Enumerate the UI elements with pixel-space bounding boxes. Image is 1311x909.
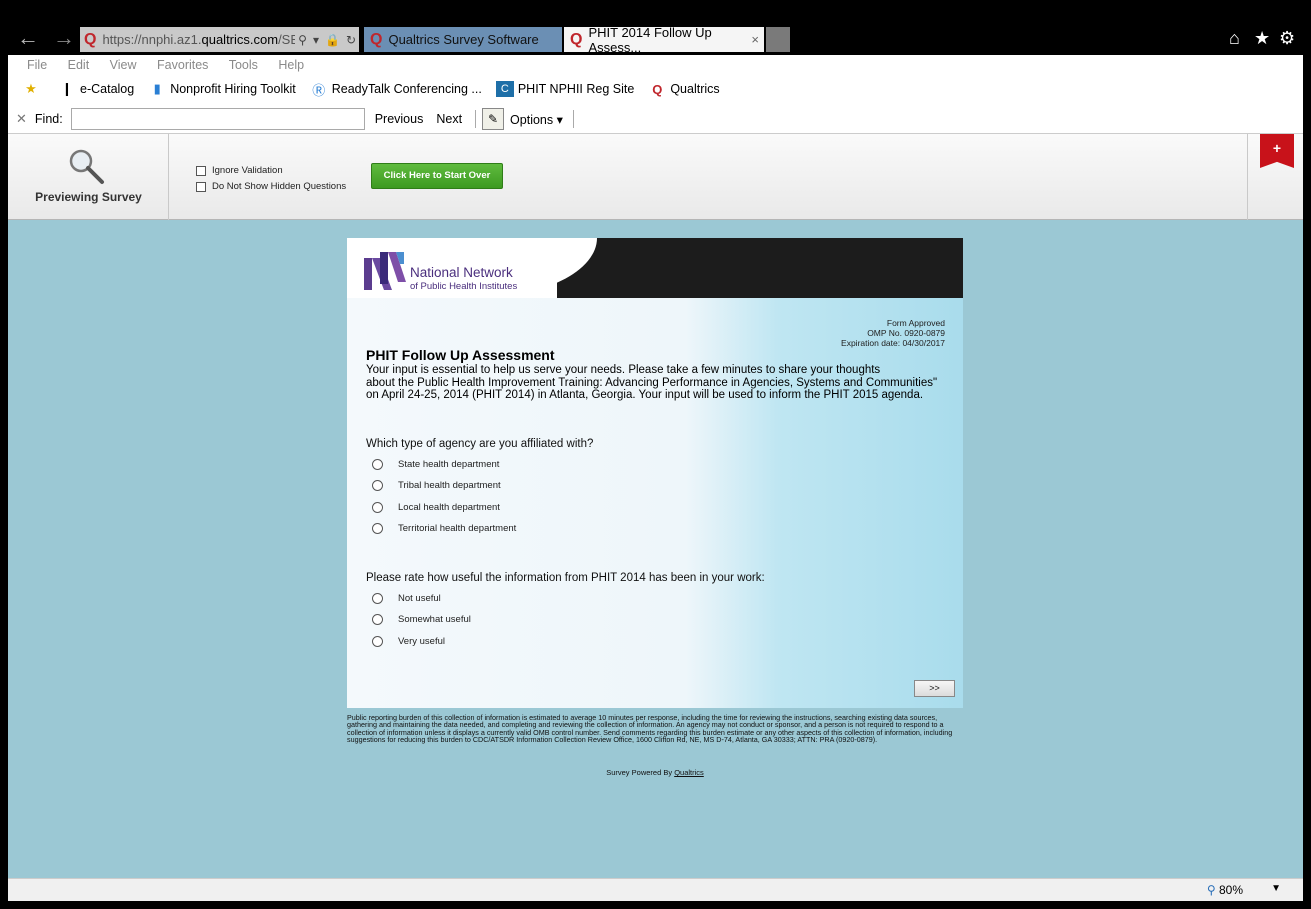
logo-subtitle: of Public Health Institutes: [410, 281, 518, 292]
menu-bar: File Edit View Favorites Tools Help: [27, 58, 321, 72]
home-icon[interactable]: ⌂: [1229, 28, 1240, 48]
qualtrics-favicon-icon: Q: [84, 30, 97, 48]
find-input[interactable]: [70, 108, 365, 130]
favorites-star-icon[interactable]: ★: [1254, 28, 1270, 48]
forward-arrow-icon[interactable]: →: [50, 24, 78, 52]
divider: [572, 110, 574, 128]
qualtrics-favicon-icon: Q: [570, 30, 583, 48]
gear-icon[interactable]: ⚙: [1279, 28, 1295, 48]
question-usefulness: Please rate how useful the information f…: [366, 572, 765, 584]
find-next-button[interactable]: Next: [436, 112, 462, 126]
preview-panel: Previewing Survey: [8, 134, 169, 220]
divider: [475, 110, 477, 128]
dropdown-arrow-icon[interactable]: ▾: [310, 33, 322, 47]
tab-phit-follow-up[interactable]: Q PHIT 2014 Follow Up Assess... ×: [564, 24, 764, 55]
logo-title: National Network: [410, 265, 513, 280]
nnphi-logo-icon: [364, 252, 406, 290]
search-icon[interactable]: ⚲: [295, 33, 310, 47]
close-find-icon[interactable]: ✕: [16, 111, 27, 127]
tab-label: Qualtrics Survey Software: [388, 32, 539, 47]
zoom-level[interactable]: ⚲ 80%: [1207, 883, 1243, 897]
preview-side-panel: +: [1247, 134, 1303, 220]
burden-statement: Public reporting burden of this collecti…: [347, 713, 953, 745]
choice-not-useful[interactable]: Not useful: [372, 593, 441, 604]
new-tab-button[interactable]: [766, 27, 790, 52]
favorite-qualtrics[interactable]: Q Qualtrics: [648, 81, 719, 97]
menu-item-tools[interactable]: Tools: [229, 58, 258, 72]
address-url[interactable]: https://nnphi.az1.qualtrics.com/SE: [102, 32, 295, 47]
favorite-e-catalog[interactable]: ❙ e-Catalog: [58, 81, 135, 97]
qualtrics-link[interactable]: Qualtrics: [674, 768, 704, 777]
bookmark-flag-plus-icon[interactable]: +: [1260, 134, 1294, 168]
radio-button[interactable]: [372, 523, 383, 534]
hide-hidden-questions-checkbox[interactable]: Do Not Show Hidden Questions: [196, 181, 346, 192]
radio-button[interactable]: [372, 614, 383, 625]
preview-header: Previewing Survey Ignore Validation Do N…: [8, 133, 1303, 220]
favorites-bar: ★ ❙ e-Catalog ▮ Nonprofit Hiring Toolkit…: [22, 81, 734, 98]
form-approval-info: Form Approved OMP No. 0920-0879 Expirati…: [841, 318, 945, 348]
find-previous-button[interactable]: Previous: [375, 112, 424, 126]
highlight-pencil-icon[interactable]: ✎: [482, 108, 505, 130]
magnifier-icon: [69, 149, 104, 184]
start-over-button[interactable]: Click Here to Start Over: [371, 163, 503, 189]
question-agency-type: Which type of agency are you affiliated …: [366, 438, 594, 450]
tab-qualtrics-survey-software[interactable]: Q Qualtrics Survey Software: [364, 27, 562, 52]
page-viewport: National Network of Public Health Instit…: [8, 220, 1303, 878]
survey-title: PHIT Follow Up Assessment: [366, 347, 555, 363]
previewing-survey-label: Previewing Survey: [35, 190, 142, 204]
zoom-icon: ⚲: [1206, 883, 1216, 897]
find-bar: ✕ Find: Previous Next ✎ Options ▾: [16, 107, 580, 131]
survey-banner: National Network of Public Health Instit…: [347, 238, 963, 298]
choice-territorial-health-department[interactable]: Territorial health department: [372, 523, 516, 534]
favorite-nonprofit-hiring-toolkit[interactable]: ▮ Nonprofit Hiring Toolkit: [148, 81, 296, 97]
menu-item-help[interactable]: Help: [278, 58, 304, 72]
menu-item-edit[interactable]: Edit: [68, 58, 90, 72]
radio-button[interactable]: [372, 480, 383, 491]
close-tab-icon[interactable]: ×: [751, 32, 759, 47]
find-options-button[interactable]: Options ▾: [510, 112, 563, 127]
browser-title-bar: ← → Q https://nnphi.az1.qualtrics.com/SE…: [0, 0, 1311, 55]
choice-tribal-health-department[interactable]: Tribal health department: [372, 480, 501, 491]
lock-icon[interactable]: 🔒: [322, 33, 343, 47]
powered-by: Survey Powered By Qualtrics: [606, 768, 704, 777]
site-c-icon: C: [495, 81, 514, 97]
browser-toolbars: File Edit View Favorites Tools Help ★ ❙ …: [0, 55, 1311, 133]
favorite-phit-nphii-reg-site[interactable]: C PHIT NPHII Reg Site: [495, 81, 634, 97]
menu-item-favorites[interactable]: Favorites: [157, 58, 208, 72]
survey-intro: Your input is essential to help us serve…: [366, 364, 938, 401]
ignore-validation-checkbox[interactable]: Ignore Validation: [196, 165, 283, 176]
favorite-readytalk[interactable]: Ⓡ ReadyTalk Conferencing ...: [310, 81, 482, 98]
menu-item-file[interactable]: File: [27, 58, 47, 72]
zoom-dropdown-arrow-icon[interactable]: ▼: [1271, 883, 1281, 894]
radio-button[interactable]: [372, 636, 383, 647]
choice-state-health-department[interactable]: State health department: [372, 459, 499, 470]
bookmark-icon: ❙: [61, 81, 73, 96]
next-page-button[interactable]: >>: [914, 680, 955, 697]
menu-item-view[interactable]: View: [110, 58, 137, 72]
choice-very-useful[interactable]: Very useful: [372, 636, 445, 647]
find-label: Find:: [34, 112, 63, 126]
refresh-icon[interactable]: ↻: [343, 33, 359, 47]
back-arrow-icon[interactable]: ←: [14, 24, 42, 52]
survey-container: National Network of Public Health Instit…: [347, 238, 963, 708]
ie-page-icon: Ⓡ: [312, 82, 326, 98]
choice-local-health-department[interactable]: Local health department: [372, 502, 500, 513]
add-favorite-star-icon[interactable]: ★: [22, 81, 44, 97]
qualtrics-favicon-icon: Q: [370, 30, 383, 48]
choice-somewhat-useful[interactable]: Somewhat useful: [372, 614, 471, 625]
radio-button[interactable]: [372, 502, 383, 513]
tab-label: PHIT 2014 Follow Up Assess...: [588, 24, 712, 55]
qualtrics-favicon-icon: Q: [652, 81, 663, 97]
checkbox-box[interactable]: [196, 165, 206, 176]
checkbox-box[interactable]: [196, 181, 206, 192]
status-bar: ⚲ 80% ▼: [8, 878, 1303, 901]
radio-button[interactable]: [372, 459, 383, 470]
radio-button[interactable]: [372, 593, 383, 604]
address-bar[interactable]: Q https://nnphi.az1.qualtrics.com/SE ⚲ ▾…: [80, 27, 359, 52]
signal-bars-icon: ▮: [153, 81, 161, 96]
